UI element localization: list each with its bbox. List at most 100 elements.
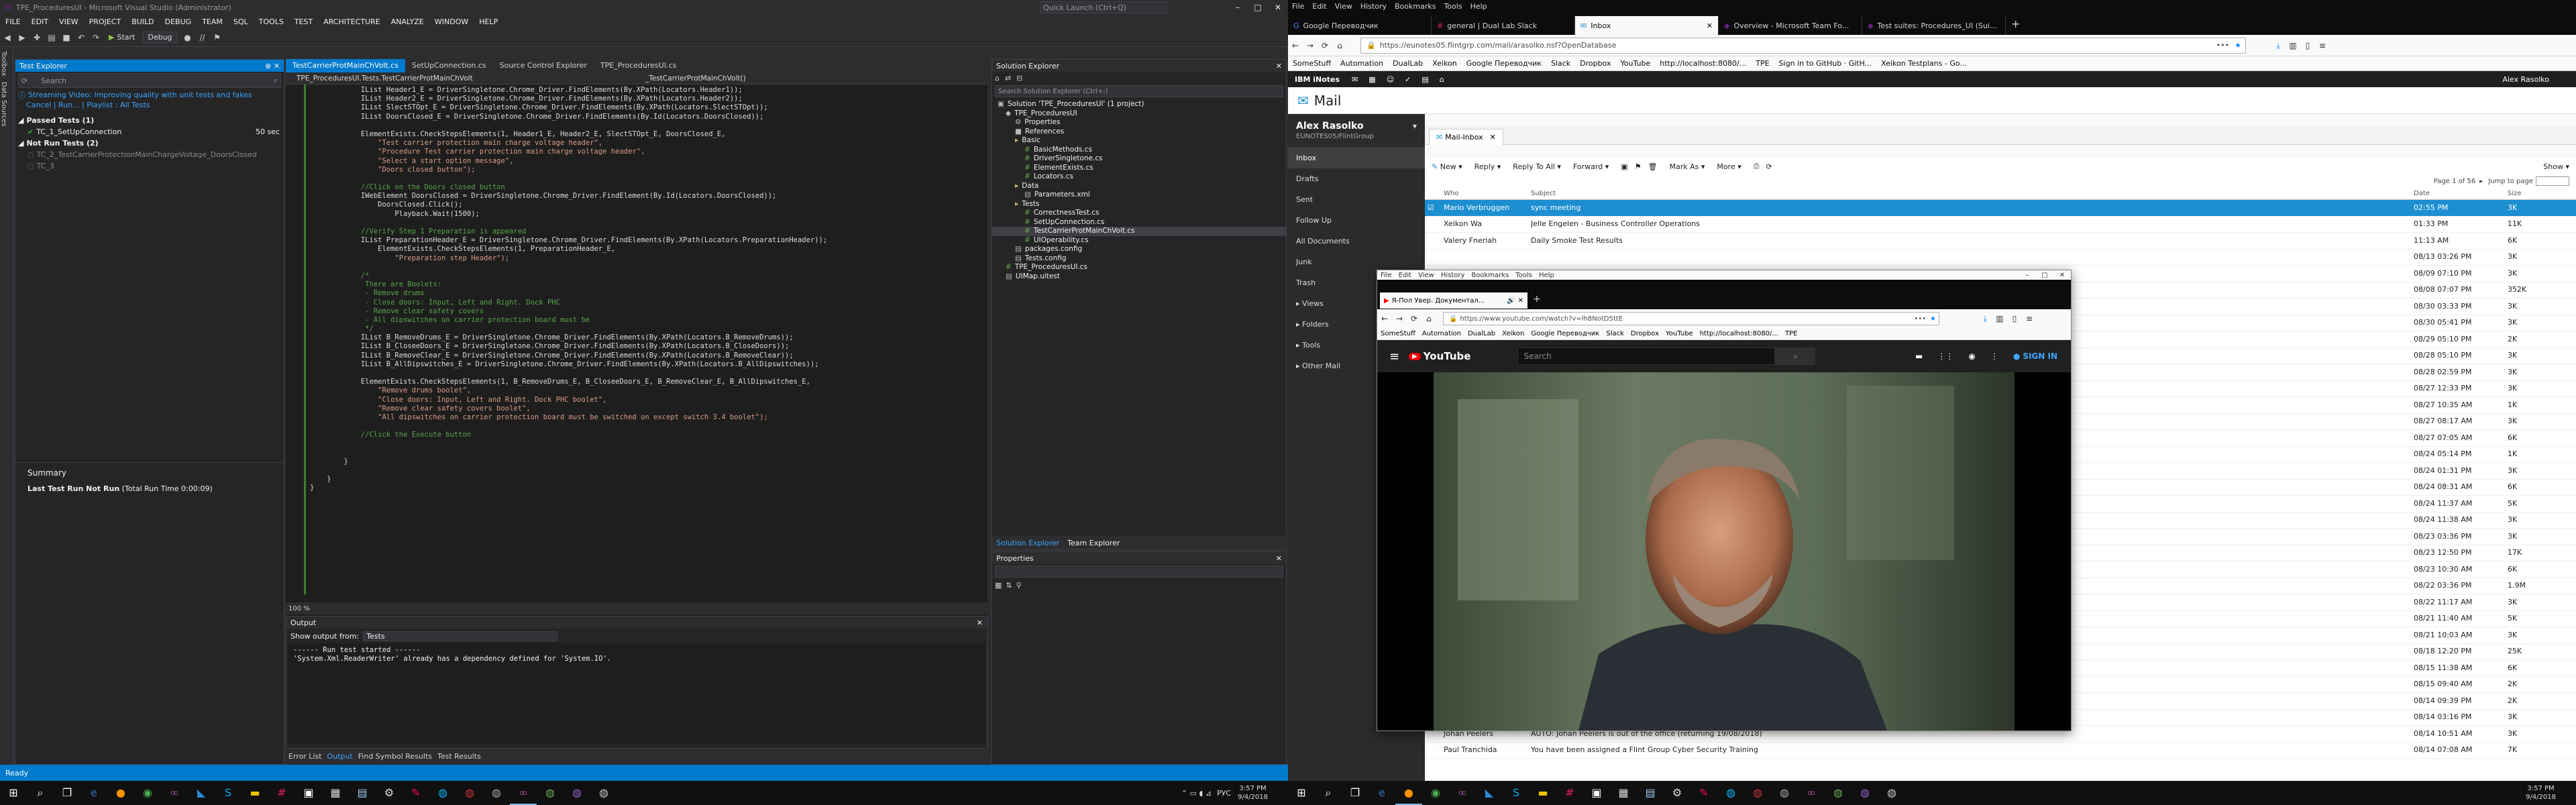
close-icon[interactable]: ✕ bbox=[1490, 133, 1496, 142]
settings-icon[interactable]: ⚙ bbox=[376, 781, 402, 805]
solution-tree-item[interactable]: # UIOperability.cs bbox=[992, 236, 1286, 246]
forward-icon[interactable]: → bbox=[1305, 40, 1316, 51]
solution-tree-item[interactable]: ▤ UIMap.uitest bbox=[992, 272, 1286, 282]
sidebar-icon[interactable]: ▯ bbox=[2302, 40, 2313, 51]
youtube-logo[interactable]: ▶ YouTube bbox=[1409, 350, 1470, 362]
top-user-name[interactable]: Alex Rasolko bbox=[2502, 75, 2576, 84]
menu-view[interactable]: View bbox=[1331, 2, 1356, 11]
forward-icon[interactable]: ▶ bbox=[17, 32, 28, 43]
store-icon[interactable]: ▣ bbox=[295, 781, 322, 805]
skype-icon[interactable]: S bbox=[1503, 781, 1529, 805]
app-icon[interactable]: ◍ bbox=[537, 781, 564, 805]
app-icon[interactable]: ◍ bbox=[483, 781, 510, 805]
bookmark-link[interactable]: Slack bbox=[1603, 330, 1627, 337]
audio-playing-icon[interactable]: 🔊 bbox=[1507, 297, 1515, 305]
reload-icon[interactable]: ⟳ bbox=[1320, 40, 1330, 51]
edge-icon[interactable]: e bbox=[1368, 781, 1395, 805]
hamburger-icon[interactable]: ≡ bbox=[1389, 350, 1399, 364]
search-icon[interactable]: ⌕ bbox=[27, 781, 54, 805]
nav-all-documents[interactable]: All Documents bbox=[1288, 231, 1425, 252]
store-icon[interactable]: ▣ bbox=[1583, 781, 1610, 805]
vs-code-icon[interactable]: ◣ bbox=[1476, 781, 1503, 805]
categorized-icon[interactable]: ▦ bbox=[995, 581, 1002, 590]
passed-test-row[interactable]: ✔ TC_1_SetUpConnection 50 sec bbox=[15, 126, 284, 138]
undo-icon[interactable]: ↶ bbox=[76, 32, 87, 43]
streaming-video-link[interactable]: ⓘ Streaming Video: Improving quality wit… bbox=[15, 89, 284, 101]
menu-view[interactable]: VIEW bbox=[54, 17, 84, 26]
tab-mail-inbox[interactable]: ✉ Mail-Inbox ✕ bbox=[1429, 128, 1503, 145]
menu-help[interactable]: Help bbox=[1466, 2, 1491, 11]
bookmark-star-icon[interactable]: ★ bbox=[2235, 41, 2241, 50]
solution-tree-item[interactable]: ▤ Parameters.xml bbox=[992, 191, 1286, 200]
test-explorer-search[interactable]: ⟳ Search ⌕ bbox=[18, 73, 281, 88]
minimize-icon[interactable]: – bbox=[2019, 272, 2036, 279]
solution-tree-item[interactable]: # BasicMethods.cs bbox=[992, 146, 1286, 155]
output-text[interactable]: ------ Run test started ------ 'System.X… bbox=[288, 643, 985, 744]
new-project-icon[interactable]: ✚ bbox=[32, 32, 42, 43]
menu-file[interactable]: File bbox=[1288, 2, 1308, 11]
app-icon[interactable]: ◍ bbox=[1717, 781, 1744, 805]
slack-icon[interactable]: # bbox=[268, 781, 295, 805]
more-vertical-icon[interactable]: ⋮ bbox=[1990, 352, 1998, 361]
reload-icon[interactable]: ⟳ bbox=[1409, 313, 1419, 324]
menu-analyze[interactable]: ANALYZE bbox=[386, 17, 429, 26]
bookmark-link[interactable]: Slack bbox=[1546, 59, 1575, 68]
settings-icon[interactable]: ⚙ bbox=[1664, 781, 1690, 805]
edge-icon[interactable]: e bbox=[80, 781, 107, 805]
solution-tree-item[interactable]: # ElementExists.cs bbox=[992, 164, 1286, 173]
clock[interactable]: 3:57 PM 9/4/2018 bbox=[1238, 784, 1268, 802]
collapse-icon[interactable]: ◢ bbox=[18, 139, 23, 148]
column-select-cell[interactable]: ☑ bbox=[1425, 200, 1437, 217]
search-icon[interactable]: ⌕ bbox=[274, 76, 278, 85]
start-windows-icon[interactable]: ⊞ bbox=[0, 781, 27, 805]
column-subject[interactable]: Subject bbox=[1531, 190, 2414, 197]
new-tab-icon[interactable]: + bbox=[2011, 17, 2020, 30]
close-icon[interactable]: ✕ bbox=[1518, 297, 1523, 305]
tab-testcarrierprotmainchvolt[interactable]: TestCarrierProtMainChVolt.cs bbox=[286, 59, 406, 72]
menu-window[interactable]: WINDOW bbox=[429, 17, 474, 26]
library-icon[interactable]: ▥ bbox=[2288, 40, 2298, 51]
page-actions-icon[interactable]: ••• bbox=[2216, 41, 2229, 50]
bookmark-folder[interactable]: DualLab bbox=[1388, 59, 1428, 68]
open-icon[interactable]: ▤ bbox=[46, 32, 57, 43]
bookmark-link[interactable]: http://localhost:8080/... bbox=[1655, 59, 1751, 68]
tab-find-symbol-results[interactable]: Find Symbol Results bbox=[356, 750, 435, 763]
solution-tree-item[interactable]: # TestCarrierProtMainChVolt.cs bbox=[992, 227, 1286, 236]
chrome-icon[interactable]: ◉ bbox=[1422, 781, 1449, 805]
summary-text[interactable]: Last Test Run Not Run bbox=[28, 484, 119, 493]
menu-edit[interactable]: Edit bbox=[1395, 272, 1415, 279]
mail-row[interactable]: Valery Fneriah Daily Smoke Test Results 11… bbox=[1425, 233, 2576, 250]
menu-help[interactable]: HELP bbox=[474, 17, 503, 26]
jump-to-page-input[interactable] bbox=[2536, 176, 2569, 186]
firefox-icon[interactable]: ● bbox=[107, 781, 134, 805]
solution-search-input[interactable]: Search Solution Explorer (Ctrl+;) bbox=[995, 85, 1283, 97]
quick-launch-input[interactable]: Quick Launch (Ctrl+Q) bbox=[1040, 1, 1167, 13]
maximize-icon[interactable]: □ bbox=[1248, 3, 1268, 12]
tab-team-explorer[interactable]: Team Explorer bbox=[1063, 539, 1124, 547]
menu-sql[interactable]: SQL bbox=[228, 17, 254, 26]
home-icon[interactable]: ⌂ bbox=[1334, 40, 1345, 51]
reply-to-all-button[interactable]: Reply To All ▾ bbox=[1513, 162, 1561, 171]
messages-icon[interactable]: ◉ bbox=[1968, 352, 1975, 361]
app-icon[interactable]: ◍ bbox=[564, 781, 590, 805]
solution-tree-item[interactable]: # TPE_ProceduresUI.cs bbox=[992, 263, 1286, 272]
menu-file[interactable]: FILE bbox=[0, 17, 26, 26]
tab-tpe-proceduresui[interactable]: TPE_ProceduresUI.cs bbox=[594, 59, 683, 72]
skype-icon[interactable]: S bbox=[215, 781, 241, 805]
maximize-icon[interactable]: □ bbox=[2036, 272, 2053, 279]
print-icon[interactable]: ⎙ bbox=[1754, 162, 1760, 171]
back-icon[interactable]: ← bbox=[1379, 313, 1390, 324]
menu-bookmarks[interactable]: Bookmarks bbox=[1391, 2, 1440, 11]
tab-setupconnection[interactable]: SetUpConnection.cs bbox=[405, 59, 493, 72]
browser-tab-active[interactable]: ▶ Я-Пол Увер. Документал... 🔊 ✕ bbox=[1380, 292, 1527, 309]
menu-edit[interactable]: Edit bbox=[1308, 2, 1330, 11]
bookmark-icon[interactable]: ⚑ bbox=[212, 32, 223, 43]
slack-icon[interactable]: # bbox=[1556, 781, 1583, 805]
contacts-app-icon[interactable]: ☺ bbox=[1381, 75, 1399, 84]
tab-solution-explorer[interactable]: Solution Explorer bbox=[992, 539, 1063, 547]
bookmark-folder[interactable]: Automation bbox=[1419, 330, 1464, 337]
search-icon[interactable]: ⌕ bbox=[1315, 781, 1342, 805]
browser-tab-active[interactable]: ✉ Inbox ✕ bbox=[1575, 16, 1719, 35]
run-actions[interactable]: Cancel | Run... | Playlist : All Tests bbox=[15, 101, 284, 112]
visual-studio-active-icon[interactable]: ∞ bbox=[510, 781, 537, 805]
